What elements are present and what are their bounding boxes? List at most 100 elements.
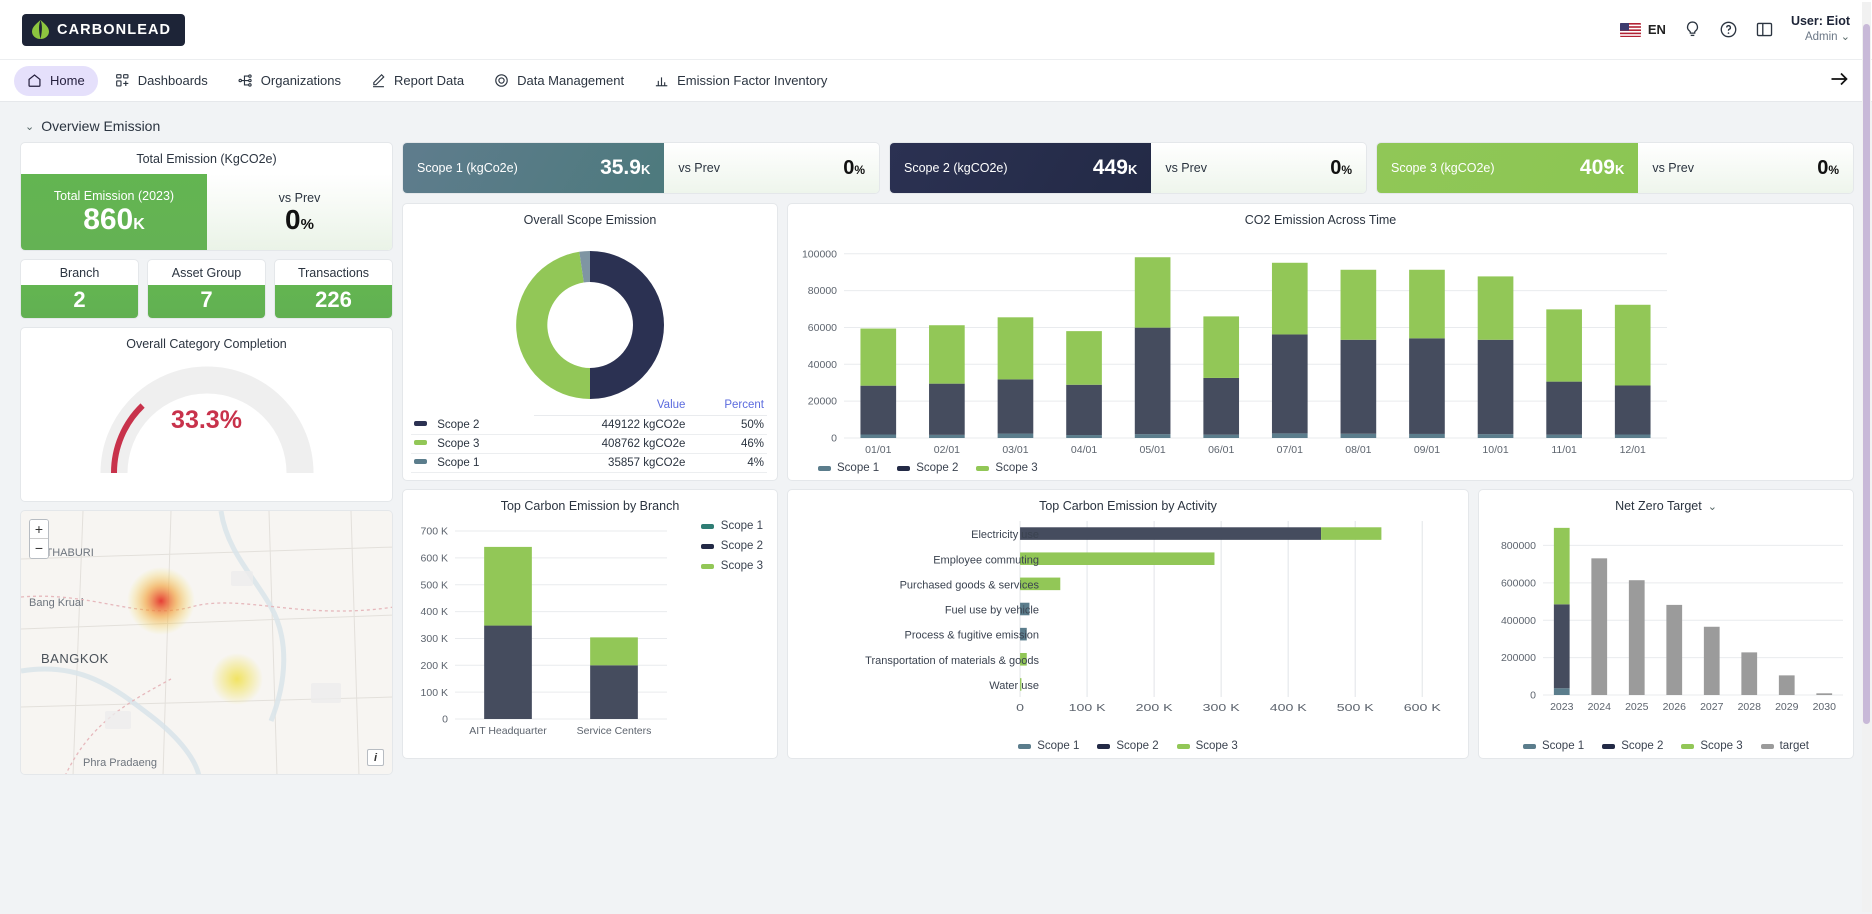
svg-text:800000: 800000	[1501, 540, 1536, 552]
legend-label: Scope 3	[995, 462, 1037, 474]
legend-item-scope-2[interactable]: Scope 2	[701, 540, 763, 552]
map-zoom-out-button[interactable]: −	[30, 539, 48, 558]
user-name: User: Eiot	[1791, 14, 1850, 30]
user-role: Admin ⌄	[1791, 30, 1850, 45]
legend-label: Scope 2	[1621, 740, 1663, 752]
nav-item-dashboards[interactable]: Dashboards	[102, 66, 221, 96]
nav-item-report-data[interactable]: Report Data	[358, 66, 477, 96]
section-title-label: Overview Emission	[41, 118, 160, 134]
legend-label: Scope 1	[1542, 740, 1584, 752]
svg-text:20000: 20000	[808, 396, 837, 408]
legend-label: Scope 3	[1196, 740, 1238, 752]
stat-card-asset-group: Asset Group 7	[147, 259, 266, 319]
emission-map-card[interactable]: + − ONTHABURI Bang Kruai BANGKOK Phra Pr…	[20, 510, 393, 775]
help-circle-icon[interactable]	[1719, 20, 1738, 39]
kpi-card-scope-2[interactable]: Scope 2 (kgCO2e) 449K vs Prev 0%	[889, 142, 1367, 194]
legend-item-scope-3[interactable]: Scope 3	[701, 560, 763, 572]
legend-item-scope-2[interactable]: Scope 2	[1097, 740, 1158, 752]
table-row[interactable]: Scope 2 449122 kgCO2e 50%	[411, 416, 767, 435]
nav-item-organizations[interactable]: Organizations	[225, 66, 354, 96]
app-logo[interactable]: CARBONLEAD	[22, 14, 185, 46]
svg-text:2026: 2026	[1663, 701, 1687, 713]
map-zoom-in-button[interactable]: +	[30, 520, 48, 539]
kpi-card-scope-1[interactable]: Scope 1 (kgCo2e) 35.9K vs Prev 0%	[402, 142, 880, 194]
kpi-value: 449K	[1093, 156, 1137, 180]
svg-text:100 K: 100 K	[421, 687, 448, 699]
svg-text:03/01: 03/01	[1002, 444, 1028, 456]
legend-value: 449122 kgCO2e	[534, 416, 689, 435]
svg-text:Fuel use by vehicle: Fuel use by vehicle	[945, 605, 1039, 617]
nav-item-home[interactable]: Home	[14, 66, 98, 96]
kpi-vs-prev: vs Prev 0%	[1638, 143, 1853, 193]
net-zero-bar-chart[interactable]: 0200000400000600000800000202320242025202…	[1479, 515, 1853, 727]
chevron-down-icon: ⌄	[25, 120, 34, 133]
legend-item-scope-3[interactable]: Scope 3	[976, 462, 1037, 474]
svg-text:60000: 60000	[808, 322, 837, 334]
legend-item-scope-2[interactable]: Scope 2	[897, 462, 958, 474]
nav-label: Organizations	[261, 73, 341, 88]
nav-item-data-management[interactable]: Data Management	[481, 66, 637, 96]
chart-title: CO2 Emission Across Time	[788, 204, 1853, 229]
total-emission-label: Total Emission (2023)	[54, 189, 174, 203]
table-row[interactable]: Scope 3 408762 kgCO2e 46%	[411, 435, 767, 454]
scrollbar-thumb[interactable]	[1863, 24, 1870, 724]
idea-bulb-icon[interactable]	[1683, 20, 1702, 39]
svg-text:0: 0	[831, 433, 837, 445]
panel-layout-icon[interactable]	[1755, 20, 1774, 39]
svg-text:Employee commuting: Employee commuting	[933, 554, 1039, 566]
chevron-down-icon: ⌄	[1841, 31, 1850, 43]
top-header-bar: CARBONLEAD EN	[0, 0, 1872, 60]
kpi-vs-prev: vs Prev 0%	[664, 143, 879, 193]
legend-item-scope-1[interactable]: Scope 1	[1523, 740, 1584, 752]
legend-item-scope-1[interactable]: Scope 1	[818, 462, 879, 474]
kpi-vs-prev: vs Prev 0%	[1151, 143, 1366, 193]
gauge-percent-label: 33.3%	[21, 406, 392, 435]
chevron-down-icon[interactable]: ⌄	[1708, 500, 1717, 513]
arrow-right-icon[interactable]	[1828, 68, 1850, 93]
col-header-percent: Percent	[688, 397, 767, 416]
section-header-overview-emission[interactable]: ⌄ Overview Emission	[25, 118, 1854, 134]
page-scrollbar[interactable]	[1862, 2, 1871, 912]
map-zoom-controls[interactable]: + −	[29, 519, 49, 559]
legend-item-scope-1[interactable]: Scope 1	[1018, 740, 1079, 752]
stat-title: Transactions	[275, 260, 392, 285]
overall-scope-emission-card: Overall Scope Emission	[402, 203, 778, 481]
donut-chart[interactable]	[403, 229, 777, 414]
target-icon	[494, 73, 509, 88]
legend-item-scope-3[interactable]: Scope 3	[1177, 740, 1238, 752]
language-selector[interactable]: EN	[1620, 22, 1666, 37]
svg-text:Process & fugitive emission: Process & fugitive emission	[905, 630, 1040, 642]
map-info-button[interactable]: i	[367, 749, 384, 766]
language-label: EN	[1648, 22, 1666, 37]
vs-prev-value: 0%	[285, 206, 314, 234]
legend-label: Scope 2	[721, 540, 763, 552]
svg-text:06/01: 06/01	[1208, 444, 1234, 456]
svg-text:2029: 2029	[1775, 701, 1799, 713]
legend-item-scope-2[interactable]: Scope 2	[1602, 740, 1663, 752]
kpi-label: Scope 2 (kgCO2e)	[904, 161, 1008, 175]
total-emission-card: Total Emission (KgCO2e) Total Emission (…	[20, 142, 393, 251]
kpi-card-scope-3[interactable]: Scope 3 (kgCO2e) 409K vs Prev 0%	[1376, 142, 1854, 194]
dashboard-content: ⌄ Overview Emission Total Emission (KgCO…	[0, 102, 1872, 775]
chart-title-row[interactable]: Net Zero Target ⌄	[1479, 490, 1853, 515]
legend-value: 35857 kgCO2e	[534, 454, 689, 473]
svg-text:09/01: 09/01	[1414, 444, 1440, 456]
legend-item-target[interactable]: target	[1761, 740, 1809, 752]
svg-text:Transportation of materials &: Transportation of materials & goods	[865, 655, 1039, 667]
table-row[interactable]: Scope 1 35857 kgCO2e 4%	[411, 454, 767, 473]
svg-text:2023: 2023	[1550, 701, 1574, 713]
stat-value: 2	[21, 285, 138, 318]
carbonlead-leaf-icon	[32, 20, 49, 39]
legend-percent: 4%	[688, 454, 767, 473]
legend-label: Scope 1	[837, 462, 879, 474]
nav-item-emission-factor-inventory[interactable]: Emission Factor Inventory	[641, 66, 840, 96]
legend-item-scope-1[interactable]: Scope 1	[701, 520, 763, 532]
co2-time-bar-chart[interactable]: 020000400006000080000100000 01/0102/0103…	[788, 229, 1681, 474]
bar-chart-icon	[654, 73, 669, 88]
legend-label: Scope 3	[721, 560, 763, 572]
legend-item-scope-3[interactable]: Scope 3	[1681, 740, 1742, 752]
stat-card-transactions: Transactions 226	[274, 259, 393, 319]
svg-text:2028: 2028	[1738, 701, 1762, 713]
user-menu[interactable]: User: Eiot Admin ⌄	[1791, 14, 1850, 44]
svg-text:0: 0	[1530, 690, 1536, 702]
